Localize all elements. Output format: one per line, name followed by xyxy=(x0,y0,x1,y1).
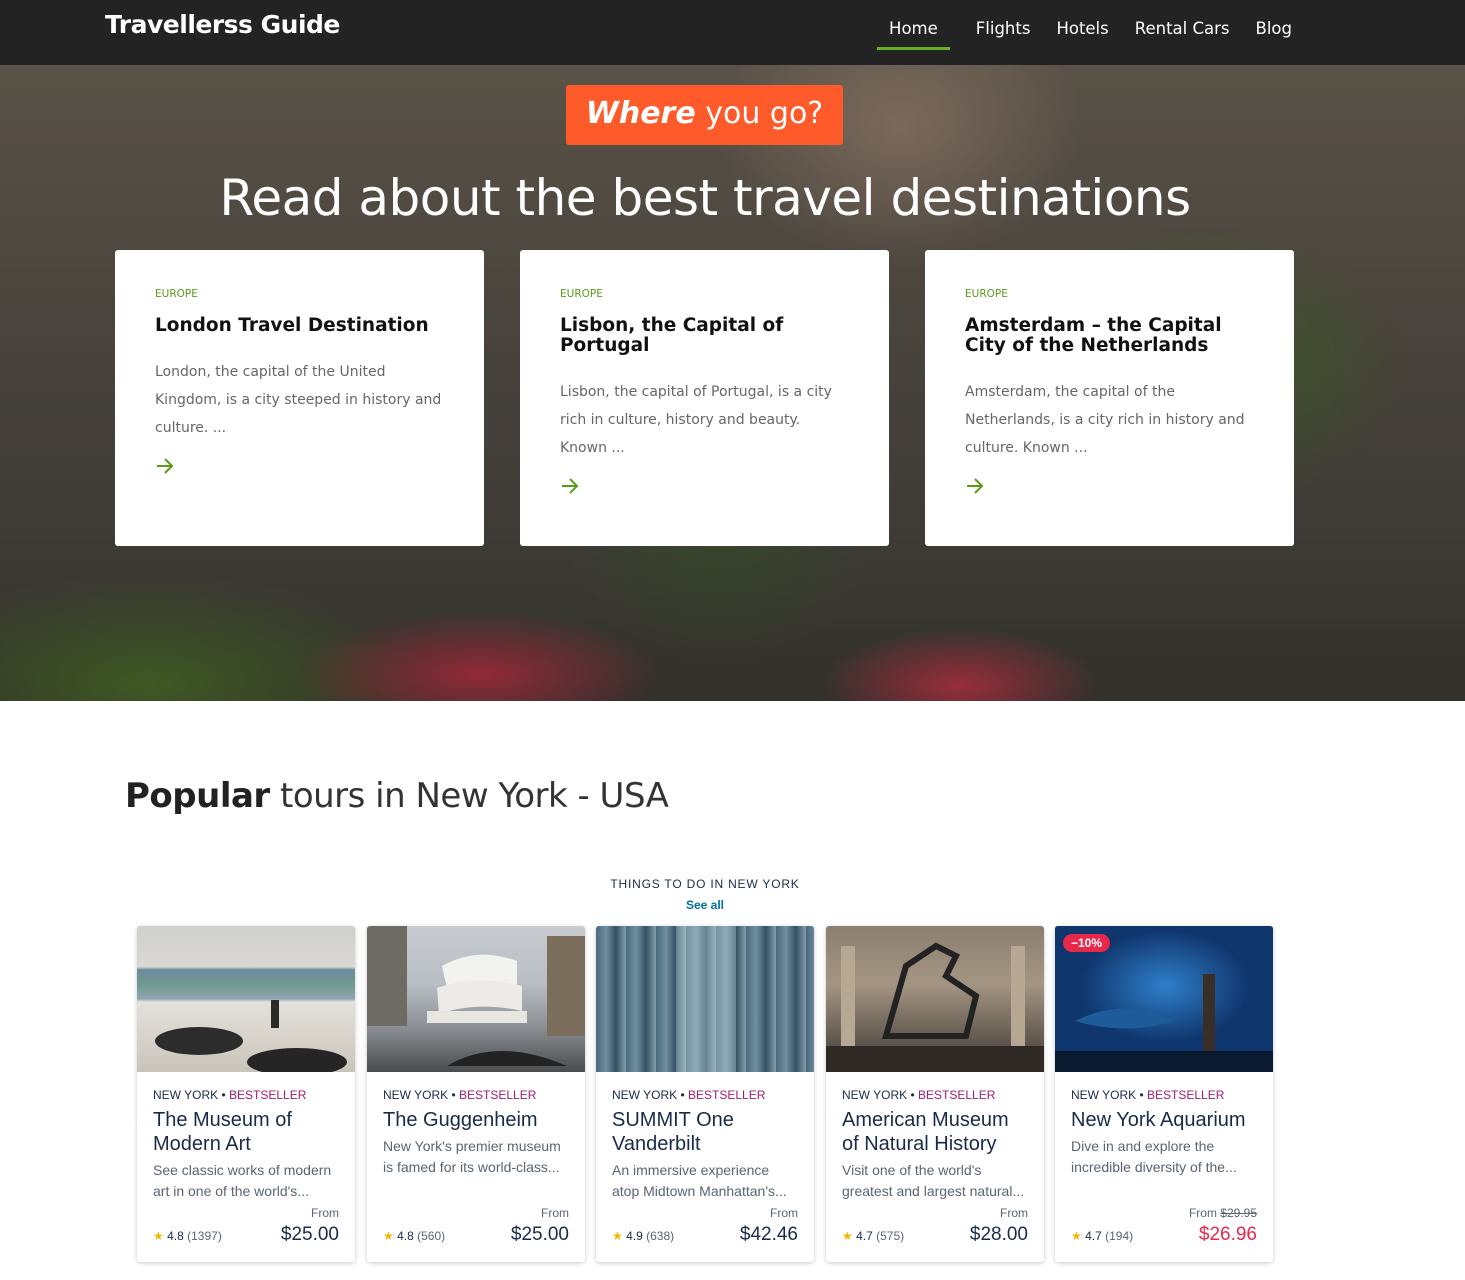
tour-title[interactable]: The Guggenheim xyxy=(383,1108,569,1132)
tour-image[interactable] xyxy=(137,926,355,1072)
tour-meta: NEW YORK • BESTSELLER xyxy=(1071,1088,1225,1102)
destination-title[interactable]: Lisbon, the Capital of Portugal xyxy=(560,316,849,356)
destination-excerpt: Lisbon, the capital of Portugal, is a ci… xyxy=(560,384,832,456)
star-icon: ★ xyxy=(1071,1229,1082,1243)
site-logo[interactable]: Travellerss Guide xyxy=(105,10,340,39)
tour-image-art xyxy=(826,942,1044,1072)
tour-footer: ★ 4.8 (560) From $25.00 xyxy=(383,1206,569,1246)
where-you-go-badge: Where you go? xyxy=(566,85,843,145)
things-to-do-label: THINGS TO DO IN NEW YORK xyxy=(610,877,800,891)
price-from-label: From xyxy=(1000,1206,1028,1220)
tour-meta: NEW YORK • BESTSELLER xyxy=(153,1088,307,1102)
tour-rating: ★ 4.7 (194) xyxy=(1071,1229,1134,1243)
destination-card-amsterdam[interactable]: EUROPE Amsterdam – the Capital City of t… xyxy=(925,250,1294,546)
tour-price: $26.96 xyxy=(1198,1224,1257,1245)
tour-footer: ★ 4.7 (194) From $29.95 $26.96 xyxy=(1071,1206,1257,1246)
price-from-label: From xyxy=(541,1206,569,1220)
star-icon: ★ xyxy=(153,1229,164,1243)
tour-image[interactable]: −10% xyxy=(1055,926,1273,1072)
price-from-label: From $29.95 xyxy=(1188,1206,1257,1220)
arrow-right-icon[interactable] xyxy=(560,476,580,496)
destination-title[interactable]: London Travel Destination xyxy=(155,316,444,336)
destination-card-lisbon[interactable]: EUROPE Lisbon, the Capital of Portugal L… xyxy=(520,250,889,546)
badge-rest-text: you go? xyxy=(705,96,824,131)
popular-tours-heading: Popular tours in New York - USA xyxy=(125,776,669,816)
tour-meta: NEW YORK • BESTSELLER xyxy=(842,1088,996,1102)
tour-meta: NEW YORK • BESTSELLER xyxy=(612,1088,766,1102)
main-nav: Home Flights Hotels Rental Cars Blog xyxy=(863,0,1292,65)
see-all-link[interactable]: See all xyxy=(0,898,1410,912)
tour-price: $25.00 xyxy=(510,1224,569,1245)
tour-description: New York's premier museum is famed for i… xyxy=(383,1138,561,1175)
tour-image-art xyxy=(155,1000,347,1072)
tour-rating: ★ 4.9 (638) xyxy=(612,1229,675,1243)
tour-title[interactable]: SUMMIT One Vanderbilt xyxy=(612,1108,798,1156)
tour-image-art xyxy=(596,926,814,1072)
nav-blog[interactable]: Blog xyxy=(1256,0,1292,50)
tour-title[interactable]: The Museum of Modern Art xyxy=(153,1108,339,1156)
nav-flights[interactable]: Flights xyxy=(976,0,1031,50)
tour-meta: NEW YORK • BESTSELLER xyxy=(383,1088,537,1102)
nav-hotels[interactable]: Hotels xyxy=(1056,0,1108,50)
tour-rating: ★ 4.7 (575) xyxy=(842,1229,905,1243)
tour-rating: ★ 4.8 (560) xyxy=(383,1229,446,1243)
tour-card-guggenheim[interactable]: NEW YORK • BESTSELLER The Guggenheim New… xyxy=(367,926,585,1262)
tour-footer: ★ 4.8 (1397) From $25.00 xyxy=(153,1206,339,1246)
popular-heading-rest: tours in New York - USA xyxy=(280,776,669,816)
hero-title: Read about the best travel destinations xyxy=(219,169,1191,227)
tour-image-art xyxy=(367,926,585,1066)
tour-description: See classic works of modern art in one o… xyxy=(153,1162,332,1199)
tour-title[interactable]: New York Aquarium xyxy=(1071,1108,1257,1132)
tour-title[interactable]: American Museum of Natural History xyxy=(842,1108,1028,1156)
hero-section: Where you go? Read about the best travel… xyxy=(0,65,1465,701)
tour-image[interactable] xyxy=(596,926,814,1072)
tour-price: $28.00 xyxy=(969,1224,1028,1245)
tour-rating: ★ 4.8 (1397) xyxy=(153,1229,222,1243)
discount-badge: −10% xyxy=(1063,934,1111,952)
arrow-right-icon[interactable] xyxy=(155,456,175,476)
tour-footer: ★ 4.7 (575) From $28.00 xyxy=(842,1206,1028,1246)
destination-title[interactable]: Amsterdam – the Capital City of the Neth… xyxy=(965,316,1254,356)
tour-footer: ★ 4.9 (638) From $42.46 xyxy=(612,1206,798,1246)
destination-excerpt: London, the capital of the United Kingdo… xyxy=(155,364,442,436)
tour-price: $25.00 xyxy=(280,1224,339,1245)
destination-region[interactable]: EUROPE xyxy=(965,288,1254,300)
tour-description: Visit one of the world's greatest and la… xyxy=(842,1162,1025,1199)
star-icon: ★ xyxy=(612,1229,623,1243)
tour-card-aquarium[interactable]: −10% NEW YORK • BESTSELLER New York Aqua… xyxy=(1055,926,1273,1262)
star-icon: ★ xyxy=(842,1229,853,1243)
site-header: Travellerss Guide Home Flights Hotels Re… xyxy=(0,0,1465,65)
tour-description: An immersive experience atop Midtown Man… xyxy=(612,1162,787,1199)
tour-price: $42.46 xyxy=(739,1224,798,1245)
nav-rental-cars[interactable]: Rental Cars xyxy=(1135,0,1230,50)
tour-card-moma[interactable]: NEW YORK • BESTSELLER The Museum of Mode… xyxy=(137,926,355,1262)
badge-bold-text: Where xyxy=(585,96,696,131)
destination-card-london[interactable]: EUROPE London Travel Destination London,… xyxy=(115,250,484,546)
tour-card-summit[interactable]: NEW YORK • BESTSELLER SUMMIT One Vanderb… xyxy=(596,926,814,1262)
star-icon: ★ xyxy=(383,1229,394,1243)
old-price: $29.95 xyxy=(1220,1206,1257,1220)
tour-image[interactable] xyxy=(826,926,1044,1072)
nav-home[interactable]: Home xyxy=(877,0,950,50)
popular-heading-bold: Popular xyxy=(125,776,270,816)
tour-image[interactable] xyxy=(367,926,585,1072)
price-from-label: From xyxy=(770,1206,798,1220)
tour-description: Dive in and explore the incredible diver… xyxy=(1071,1138,1237,1175)
tour-card-natural-history[interactable]: NEW YORK • BESTSELLER American Museum of… xyxy=(826,926,1044,1262)
price-from-label: From xyxy=(311,1206,339,1220)
destination-region[interactable]: EUROPE xyxy=(155,288,444,300)
destination-region[interactable]: EUROPE xyxy=(560,288,849,300)
arrow-right-icon[interactable] xyxy=(965,476,985,496)
destination-excerpt: Amsterdam, the capital of the Netherland… xyxy=(965,384,1245,456)
